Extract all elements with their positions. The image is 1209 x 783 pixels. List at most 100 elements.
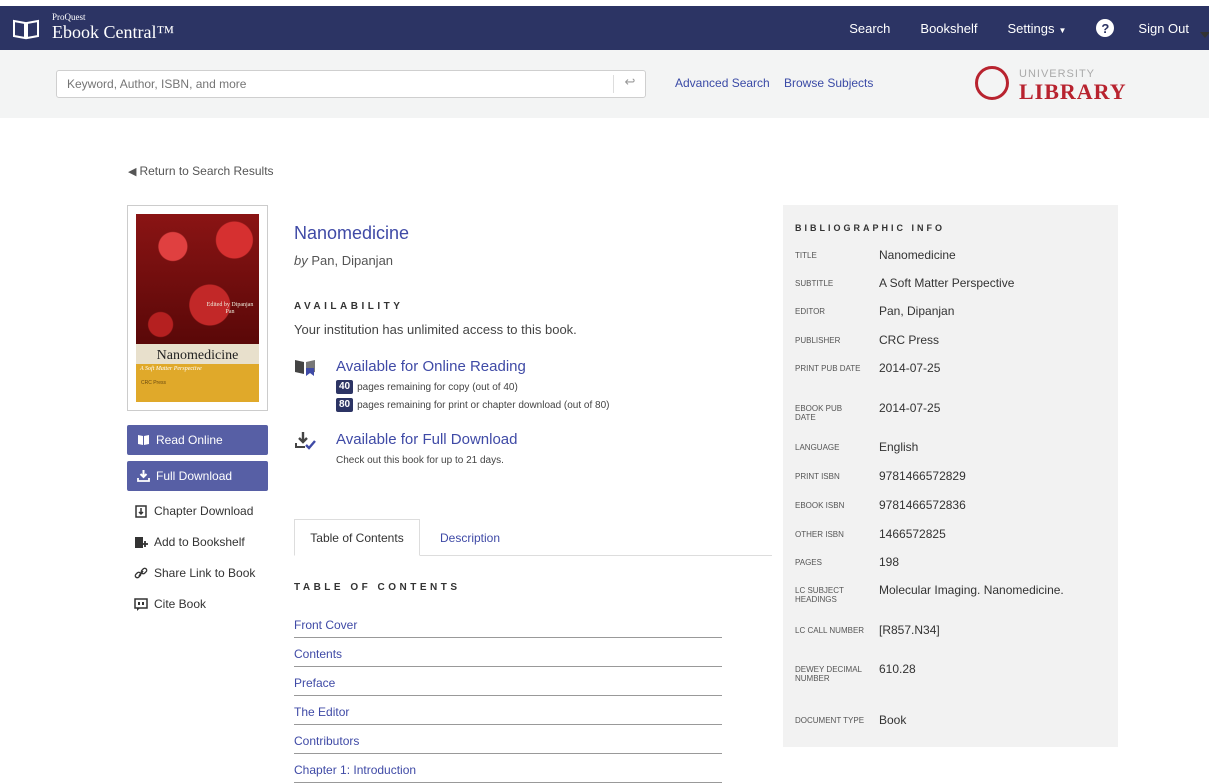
- biblio-value: 2014-07-25: [879, 361, 941, 375]
- availability-heading: AVAILABILITY: [294, 301, 404, 312]
- biblio-key: DOCUMENT TYPE: [795, 716, 865, 725]
- biblio-value: Book: [879, 713, 907, 727]
- full-download-button[interactable]: Full Download: [127, 461, 268, 491]
- book-reading-icon: [295, 360, 315, 376]
- toc-item[interactable]: Front Cover: [294, 609, 722, 638]
- sign-out-link[interactable]: Sign Out: [1138, 21, 1189, 36]
- arrow-left-icon: ◀: [128, 165, 137, 178]
- biblio-value: Pan, Dipanjan: [879, 304, 955, 318]
- availability-text: Your institution has unlimited access to…: [294, 322, 577, 337]
- cover-editor-line: Edited by Dipanjan Pan: [206, 302, 254, 315]
- biblio-value: 9781466572836: [879, 498, 966, 512]
- open-book-icon: [13, 19, 39, 40]
- biblio-key: LANGUAGE: [795, 443, 840, 452]
- biblio-value: Molecular Imaging. Nanomedicine.: [879, 583, 1064, 597]
- cite-book-button[interactable]: Cite Book: [134, 597, 206, 611]
- brand-logo[interactable]: ProQuest Ebook Central™: [12, 12, 174, 42]
- download-note: Check out this book for up to 21 days.: [336, 455, 504, 466]
- by-label: by: [294, 253, 308, 268]
- search-divider: [613, 75, 614, 93]
- share-link-button[interactable]: Share Link to Book: [134, 566, 255, 580]
- book-author: Pan, Dipanjan: [311, 253, 394, 268]
- enter-icon[interactable]: ↩: [619, 74, 641, 94]
- cite-book-label: Cite Book: [154, 597, 207, 611]
- share-link-label: Share Link to Book: [154, 566, 256, 580]
- biblio-value: [R857.N34]: [879, 623, 940, 637]
- browse-subjects-link[interactable]: Browse Subjects: [784, 76, 873, 90]
- top-navbar: ProQuest Ebook Central™ Search Bookshelf…: [0, 6, 1209, 50]
- biblio-value: 2014-07-25: [879, 401, 941, 415]
- nav-search-link[interactable]: Search: [849, 21, 890, 36]
- book-cover: Edited by Dipanjan Pan Nanomedicine A So…: [127, 205, 268, 411]
- bibliographic-info-panel: BIBLIOGRAPHIC INFO TITLE Nanomedicine SUB…: [783, 205, 1118, 747]
- download-check-icon: [295, 432, 316, 450]
- caret-down-icon[interactable]: [1200, 32, 1209, 38]
- full-download-link[interactable]: Available for Full Download: [336, 431, 518, 448]
- search-box: ↩: [56, 70, 646, 98]
- toc-item[interactable]: The Editor: [294, 696, 722, 725]
- tab-table-of-contents[interactable]: Table of Contents: [294, 519, 420, 556]
- cover-subtitle: A Soft Matter Perspective: [140, 366, 202, 372]
- cover-image: [136, 214, 259, 344]
- download-icon: [137, 470, 150, 482]
- biblio-key: LC CALL NUMBER: [795, 626, 865, 635]
- toc-heading: TABLE OF CONTENTS: [294, 582, 461, 593]
- read-online-label: Read Online: [156, 433, 223, 447]
- toc-item[interactable]: Contributors: [294, 725, 722, 754]
- help-icon[interactable]: ?: [1096, 19, 1115, 37]
- nav-bookshelf-link[interactable]: Bookshelf: [920, 21, 977, 36]
- biblio-key: PAGES: [795, 558, 822, 567]
- biblio-value: 198: [879, 555, 900, 569]
- add-to-bookshelf-label: Add to Bookshelf: [154, 535, 245, 549]
- add-to-bookshelf-link[interactable]: Add to Bookshelf: [134, 535, 245, 549]
- biblio-key: EDITOR: [795, 307, 826, 316]
- search-input[interactable]: [57, 71, 607, 97]
- book-byline: by Pan, Dipanjan: [294, 253, 393, 268]
- return-to-results-link[interactable]: ◀ Return to Search Results: [128, 164, 274, 178]
- book-title[interactable]: Nanomedicine: [294, 223, 409, 244]
- nav-settings-menu[interactable]: Settings ▼: [1008, 21, 1067, 36]
- online-reading-link[interactable]: Available for Online Reading: [336, 358, 526, 375]
- biblio-key: TITLE: [795, 251, 817, 260]
- content-tabs: Table of Contents Description: [294, 519, 772, 556]
- biblio-value: CRC Press: [879, 333, 940, 347]
- search-bar: ↩ Advanced Search Browse Subjects UNIVER…: [0, 50, 1209, 118]
- biblio-value: 610.28: [879, 662, 916, 676]
- advanced-search-link[interactable]: Advanced Search: [675, 76, 770, 90]
- open-book-icon: [138, 435, 149, 445]
- chapter-download-icon: [135, 504, 147, 518]
- return-label: Return to Search Results: [139, 164, 274, 178]
- chapter-download-link[interactable]: Chapter Download: [134, 504, 253, 518]
- copy-count-badge: 40: [336, 380, 354, 394]
- logo-library-text: LIBRARY: [1019, 79, 1127, 104]
- biblio-key: DEWEY DECIMAL NUMBER: [795, 665, 862, 683]
- logo-ring-icon: [975, 66, 1009, 100]
- biblio-key: PUBLISHER: [795, 336, 841, 345]
- read-online-button[interactable]: Read Online: [127, 425, 268, 455]
- biblio-value: English: [879, 440, 919, 454]
- university-library-logo[interactable]: UNIVERSITY LIBRARY: [975, 64, 1145, 106]
- biblio-key: OTHER ISBN: [795, 530, 844, 539]
- toc-item[interactable]: Preface: [294, 667, 722, 696]
- brand-small-text: ProQuest: [52, 12, 86, 22]
- toc-item[interactable]: Contents: [294, 638, 722, 667]
- bookshelf-add-icon: [135, 536, 148, 548]
- print-remaining: 80 pages remaining for print or chapter d…: [336, 398, 610, 412]
- biblio-value: 1466572825: [879, 527, 946, 541]
- chevron-down-icon: ▼: [1058, 25, 1067, 35]
- biblio-key: EBOOK PUB DATE: [795, 404, 843, 422]
- biblio-key: PRINT PUB DATE: [795, 364, 861, 373]
- brand-name: Ebook Central™: [52, 22, 175, 42]
- cover-publisher: CRC Press: [141, 380, 167, 386]
- biblio-heading: BIBLIOGRAPHIC INFO: [795, 223, 945, 233]
- biblio-value: Nanomedicine: [879, 248, 956, 262]
- full-download-label: Full Download: [156, 469, 233, 483]
- link-icon: [134, 567, 148, 578]
- tab-description[interactable]: Description: [420, 519, 520, 556]
- print-remaining-text: pages remaining for print or chapter dow…: [357, 399, 610, 411]
- toc-item[interactable]: Chapter 1: Introduction: [294, 754, 722, 783]
- cover-art: Edited by Dipanjan Pan Nanomedicine A So…: [136, 214, 259, 402]
- cover-title: Nanomedicine: [156, 348, 239, 363]
- biblio-value: A Soft Matter Perspective: [879, 276, 1015, 290]
- copy-remaining-text: pages remaining for copy (out of 40): [357, 381, 518, 393]
